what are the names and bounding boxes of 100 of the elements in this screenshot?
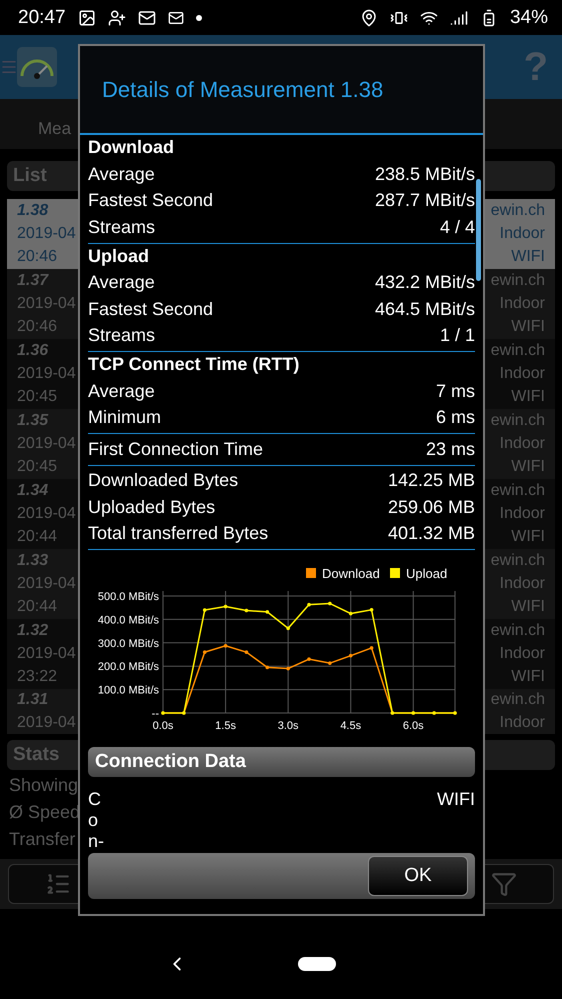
row-date: 2019-04 (17, 364, 76, 383)
detail-value: 4 / 4 (440, 216, 475, 238)
row-network: WIFI (511, 388, 545, 406)
row-date: 2019-04 (17, 434, 76, 453)
detail-label: Average (88, 272, 155, 294)
data-point (370, 608, 374, 612)
detail-label: Uploaded Bytes (88, 496, 216, 518)
detail-label: Downloaded Bytes (88, 470, 238, 492)
row-date: 2019-04 (17, 644, 76, 663)
measurement-id: 1.31 (17, 691, 48, 710)
row-date: 2019-04 (17, 224, 76, 243)
section-heading: TCP Connect Time (RTT) (88, 354, 300, 376)
row-date: 2019-04 (17, 504, 76, 523)
data-point (348, 654, 353, 658)
signal-icon (450, 8, 468, 26)
detail-value: 432.2 MBit/s (374, 272, 475, 294)
connection-value: WIFI (437, 789, 475, 811)
legend-label: Upload (406, 566, 448, 581)
detail-value: 464.5 MBit/s (374, 298, 475, 320)
row-time: 23:22 (17, 668, 58, 686)
data-point (328, 602, 332, 606)
data-point (244, 608, 248, 612)
row-time: 20:44 (17, 528, 58, 546)
dot-icon (196, 14, 202, 20)
mail-icon (168, 10, 184, 26)
row-network: WIFI (511, 598, 545, 616)
data-point (286, 626, 290, 630)
data-point (224, 644, 228, 648)
row-network: WIFI (511, 528, 545, 546)
legend-label: Download (322, 566, 380, 581)
row-server: ewin.ch (490, 412, 545, 430)
row-time: 20:46 (17, 318, 58, 336)
detail-label: Average (88, 164, 155, 185)
location-icon (360, 8, 378, 26)
y-tick-label: 300.0 MBit/s (98, 638, 159, 650)
data-point (224, 604, 228, 608)
detail-value: 1 / 1 (440, 325, 475, 346)
data-point (286, 666, 290, 670)
row-server: ewin.ch (490, 691, 545, 710)
clock: 20:47 (18, 6, 66, 28)
section-header: Connection Data (88, 747, 475, 777)
dialog-title: Details of Measurement 1.38 (102, 76, 384, 102)
detail-value: 401.32 MB (388, 523, 475, 544)
row-date: 2019-04 (17, 714, 76, 732)
battery-level: 34% (510, 6, 548, 28)
row-network: WIFI (511, 458, 545, 476)
help-icon[interactable]: ? (524, 44, 548, 90)
row-date: 2019-04 (17, 294, 76, 313)
row-location: Indoor (500, 644, 545, 663)
row-server: ewin.ch (490, 482, 545, 500)
y-tick-label: 500.0 MBit/s (98, 591, 159, 603)
x-tick-label: 3.0s (278, 720, 299, 732)
row-date: 2019-04 (17, 574, 76, 593)
data-point (370, 646, 374, 650)
data-point (265, 610, 270, 614)
detail-label: Minimum (88, 407, 162, 428)
person-add-icon (108, 8, 126, 26)
measurement-id: 1.35 (17, 412, 48, 430)
tab[interactable]: Mea (0, 109, 72, 139)
row-server: ewin.ch (490, 202, 545, 220)
row-location: Indoor (500, 574, 545, 593)
image-icon (78, 8, 96, 26)
row-network: WIFI (511, 248, 545, 266)
legend-item: Upload (390, 566, 448, 581)
scrollbar[interactable] (476, 179, 481, 281)
detail-label: Fastest Second (88, 298, 214, 320)
data-point (202, 608, 207, 612)
detail-label: Streams (88, 216, 156, 238)
detail-label: Streams (88, 325, 156, 346)
data-point (265, 666, 270, 670)
detail-value: 142.25 MB (388, 470, 475, 492)
row-network: WIFI (511, 318, 545, 336)
detail-value: 7 ms (436, 380, 475, 402)
x-tick-label: 0.0s (152, 720, 174, 732)
gauge-logo-icon (16, 46, 58, 88)
row-server: ewin.ch (490, 552, 545, 570)
legend-item: Download (306, 566, 380, 581)
detail-label: Fastest Second (88, 190, 214, 212)
row-location: Indoor (500, 224, 545, 243)
data-point (307, 657, 311, 661)
y-tick-label: 100.0 MBit/s (98, 684, 159, 697)
stats-line: Transfer (8, 828, 76, 851)
ok-button[interactable]: OK (368, 856, 468, 896)
measurement-id: 1.37 (17, 272, 48, 290)
row-location: Indoor (500, 364, 545, 383)
data-point (307, 602, 311, 606)
x-tick-label: 4.5s (340, 720, 362, 732)
home-button[interactable] (298, 957, 336, 971)
data-point (202, 650, 207, 654)
detail-value: 259.06 MB (388, 496, 475, 518)
detail-value: 23 ms (426, 438, 475, 460)
detail-label: Total transferred Bytes (88, 523, 268, 544)
row-location: Indoor (500, 294, 545, 313)
data-point (328, 661, 332, 665)
row-location: Indoor (500, 714, 545, 732)
data-point (244, 650, 248, 654)
row-time: 20:45 (17, 458, 58, 476)
measurement-id: 1.33 (17, 552, 48, 570)
x-tick-label: 6.0s (402, 720, 424, 732)
row-server: ewin.ch (490, 342, 545, 360)
